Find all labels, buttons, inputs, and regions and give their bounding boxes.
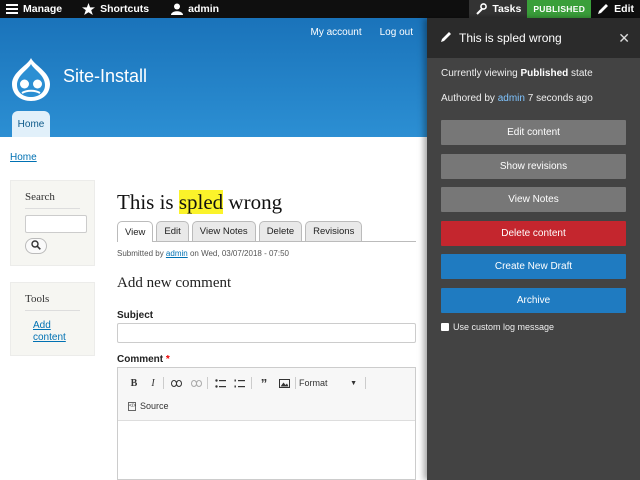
blockquote-icon[interactable]: ” (257, 376, 271, 391)
breadcrumb-home-link[interactable]: Home (10, 152, 37, 163)
link-icon[interactable] (169, 376, 183, 390)
editor-toolbar: B I ” Format ▼ </> Source (118, 368, 415, 421)
required-marker: * (165, 354, 170, 365)
source-button[interactable]: </> Source (128, 401, 169, 411)
tasks-menu[interactable]: Tasks (469, 0, 528, 18)
pencil-icon (597, 3, 609, 15)
divider (25, 310, 80, 311)
current-state-text: Currently viewing Published state (441, 68, 593, 79)
title-text-before: This is (117, 190, 179, 214)
tab-delete[interactable]: Delete (258, 221, 303, 241)
format-dropdown[interactable]: Format ▼ (299, 376, 361, 390)
drupal-logo-icon[interactable] (10, 56, 52, 102)
tab-view-notes[interactable]: View Notes (191, 221, 256, 241)
misspelled-word-highlight: spled (178, 190, 224, 214)
site-header: My account Log out Site-Install Home (0, 18, 427, 137)
log-message-label: Use custom log message (453, 322, 555, 332)
search-button[interactable] (25, 238, 47, 254)
search-block: Search (10, 180, 95, 266)
authored-prefix: Authored by (441, 93, 498, 104)
subject-input[interactable] (117, 323, 416, 343)
wrench-icon (475, 3, 488, 15)
comment-label-text: Comment (117, 354, 164, 365)
admin-toolbar: Manage Shortcuts admin Tasks PUBLISHED E… (0, 0, 640, 18)
viewing-suffix: state (568, 68, 593, 79)
author-link[interactable]: admin (166, 249, 188, 258)
comment-editor: B I ” Format ▼ </> Source (117, 367, 416, 480)
tab-revisions[interactable]: Revisions (305, 221, 363, 241)
settings-tray: This is spled wrong ✕ Currently viewing … (427, 18, 640, 480)
author-link[interactable]: admin (498, 93, 525, 104)
source-icon: </> (128, 401, 137, 411)
tab-edit[interactable]: Edit (156, 221, 189, 241)
log-message-checkbox[interactable] (441, 323, 449, 331)
viewing-state: Published (520, 68, 569, 79)
add-content-link[interactable]: Add content (33, 320, 83, 344)
my-account-link[interactable]: My account (310, 27, 361, 38)
user-label: admin (188, 3, 220, 15)
divider (365, 377, 366, 389)
show-revisions-button[interactable]: Show revisions (441, 154, 626, 179)
tools-block-title: Tools (25, 293, 50, 305)
manage-menu[interactable]: Manage (0, 0, 68, 18)
viewing-prefix: Currently viewing (441, 68, 521, 79)
add-comment-heading: Add new comment (117, 275, 232, 291)
page-title: This is spled wrong (117, 190, 282, 215)
hamburger-icon (6, 4, 18, 14)
tasks-label: Tasks (492, 3, 522, 15)
tray-header: This is spled wrong ✕ (427, 18, 640, 58)
comment-label: Comment * (117, 354, 170, 365)
edit-mode-toggle[interactable]: Edit (591, 0, 640, 18)
search-block-title: Search (25, 191, 55, 203)
shortcuts-menu[interactable]: Shortcuts (76, 0, 155, 18)
manage-label: Manage (23, 3, 63, 15)
numbered-list-icon[interactable] (232, 376, 246, 390)
source-label: Source (140, 401, 169, 411)
format-label: Format (299, 378, 328, 388)
close-icon[interactable]: ✕ (618, 30, 630, 47)
divider (207, 377, 208, 389)
create-new-draft-button[interactable]: Create New Draft (441, 254, 626, 279)
nav-tab-home[interactable]: Home (12, 111, 50, 137)
shortcuts-label: Shortcuts (100, 3, 150, 15)
authored-suffix: 7 seconds ago (524, 93, 593, 104)
submitted-date: on Wed, 03/07/2018 - 07:50 (187, 249, 289, 258)
subject-label: Subject (117, 310, 154, 321)
divider (295, 377, 296, 389)
edit-label: Edit (614, 3, 634, 15)
pencil-icon (440, 31, 452, 46)
archive-button[interactable]: Archive (441, 288, 626, 313)
custom-log-message-option: Use custom log message (441, 322, 554, 332)
published-badge: PUBLISHED (527, 0, 592, 18)
image-icon[interactable] (277, 376, 291, 390)
view-notes-button[interactable]: View Notes (441, 187, 626, 212)
divider (251, 377, 252, 389)
search-input[interactable] (25, 215, 87, 233)
search-icon (31, 239, 41, 253)
user-menu[interactable]: admin (165, 0, 225, 18)
log-out-link[interactable]: Log out (380, 27, 413, 38)
local-tasks-tabs: View Edit View Notes Delete Revisions (117, 221, 416, 242)
tab-view[interactable]: View (117, 221, 154, 242)
star-icon (82, 3, 96, 15)
unlink-icon[interactable] (189, 376, 203, 390)
breadcrumb: Home (10, 152, 37, 163)
tools-block: Tools Add content (10, 282, 95, 356)
authored-by-text: Authored by admin 7 seconds ago (441, 93, 593, 104)
bold-icon[interactable]: B (127, 376, 141, 390)
title-text-after: wrong (223, 190, 283, 214)
italic-icon[interactable]: I (146, 376, 160, 390)
tray-title: This is spled wrong (459, 31, 562, 45)
edit-content-button[interactable]: Edit content (441, 120, 626, 145)
user-icon (171, 3, 184, 15)
submitted-prefix: Submitted by (117, 249, 166, 258)
bulleted-list-icon[interactable] (213, 376, 227, 390)
divider (163, 377, 164, 389)
divider (25, 208, 80, 209)
site-name[interactable]: Site-Install (63, 66, 147, 87)
submitted-info: Submitted by admin on Wed, 03/07/2018 - … (117, 249, 289, 258)
delete-content-button[interactable]: Delete content (441, 221, 626, 246)
caret-down-icon: ▼ (350, 379, 357, 387)
